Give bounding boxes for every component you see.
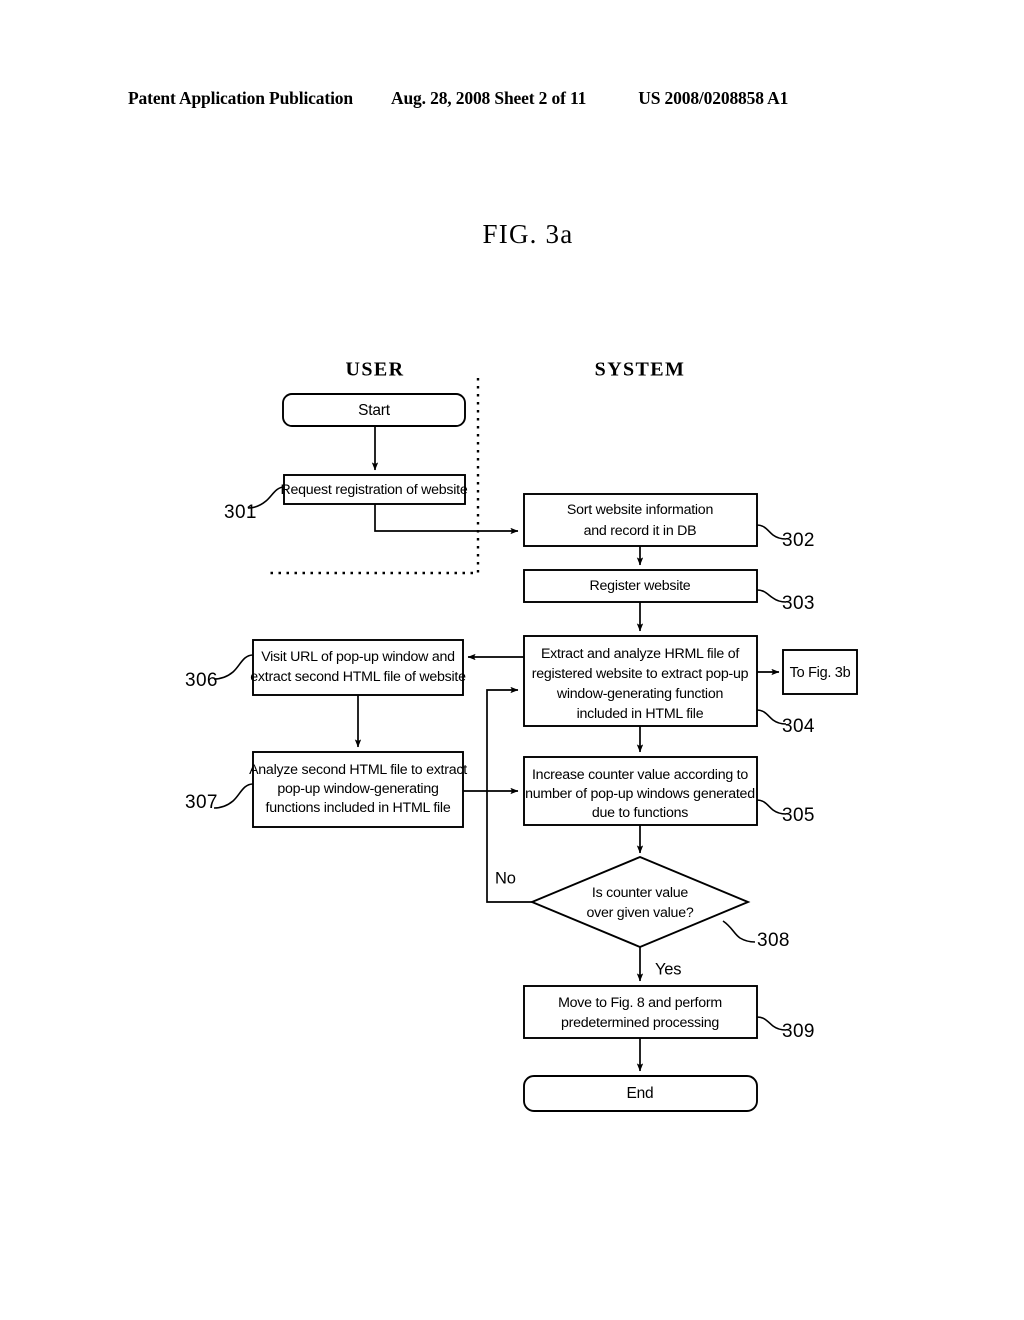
node-302-line-1: Sort website information [567, 502, 713, 518]
ref-301: 301 [224, 502, 257, 523]
leader-306 [213, 654, 254, 680]
patent-figure-page: Patent Application Publication Aug. 28, … [0, 0, 1024, 1320]
start-label: Start [358, 402, 391, 419]
ref-306: 306 [185, 670, 218, 691]
node-offpage-to-fig-3b: To Fig. 3b [782, 649, 858, 695]
node-304-line-1: Extract and analyze HRML file of [541, 646, 739, 662]
node-306: Visit URL of pop-up window and extract s… [250, 639, 466, 696]
leader-308 [722, 920, 756, 943]
node-308: Is counter value over given value? [529, 855, 751, 949]
ref-308: 308 [757, 930, 790, 951]
node-304: Extract and analyze HRML file of registe… [523, 635, 758, 727]
node-305-line-2: number of pop-up windows generated [525, 786, 755, 802]
ref-303: 303 [782, 593, 815, 614]
node-309: Move to Fig. 8 and perform predetermined… [523, 985, 758, 1039]
node-304-line-4: included in HTML file [577, 706, 704, 722]
node-307-line-1: Analyze second HTML file to extract [249, 762, 467, 778]
ref-309: 309 [782, 1021, 815, 1042]
node-end: End [523, 1075, 758, 1112]
lane-header-system: SYSTEM [595, 359, 686, 381]
node-308-shape [529, 855, 751, 949]
branch-label-no: No [495, 869, 516, 887]
edge-301-to-302 [374, 504, 519, 535]
node-309-line-2: predetermined processing [561, 1015, 719, 1031]
node-309-line-1: Move to Fig. 8 and perform [558, 995, 722, 1011]
node-307-line-2: pop-up window-generating [277, 781, 438, 797]
end-label: End [627, 1085, 654, 1102]
node-306-line-2: extract second HTML file of website [250, 669, 466, 685]
node-304-line-3: window-generating function [556, 686, 723, 702]
offpage-label: To Fig. 3b [790, 665, 851, 681]
ref-307: 307 [185, 792, 218, 813]
node-304-line-2: registered website to extract pop-up [532, 666, 749, 682]
branch-label-yes: Yes [655, 960, 681, 978]
node-305-line-3: due to functions [592, 805, 688, 821]
node-306-line-1: Visit URL of pop-up window and [261, 649, 455, 665]
lane-header-user: USER [346, 359, 405, 381]
node-308-line-1: Is counter value [592, 885, 689, 901]
node-308-line-2: over given value? [587, 905, 694, 921]
node-303: Register website [523, 569, 758, 603]
node-302: Sort website information and record it i… [523, 493, 758, 547]
leader-307 [213, 783, 254, 809]
node-302-line-2: and record it in DB [584, 523, 697, 539]
node-301-line-1: Request registration of website [280, 482, 467, 498]
node-307: Analyze second HTML file to extract pop-… [249, 751, 467, 828]
node-303-line-1: Register website [590, 578, 691, 594]
ref-305: 305 [782, 805, 815, 826]
node-305: Increase counter value according to numb… [523, 756, 758, 826]
ref-302: 302 [782, 530, 815, 551]
node-307-line-3: functions included in HTML file [266, 800, 451, 816]
node-start: Start [282, 393, 466, 427]
flowchart-diagram: USER SYSTEM Start Request registration o… [185, 359, 858, 1112]
node-301: Request registration of website [280, 474, 468, 505]
ref-304: 304 [782, 716, 815, 737]
node-305-line-1: Increase counter value according to [532, 767, 748, 783]
